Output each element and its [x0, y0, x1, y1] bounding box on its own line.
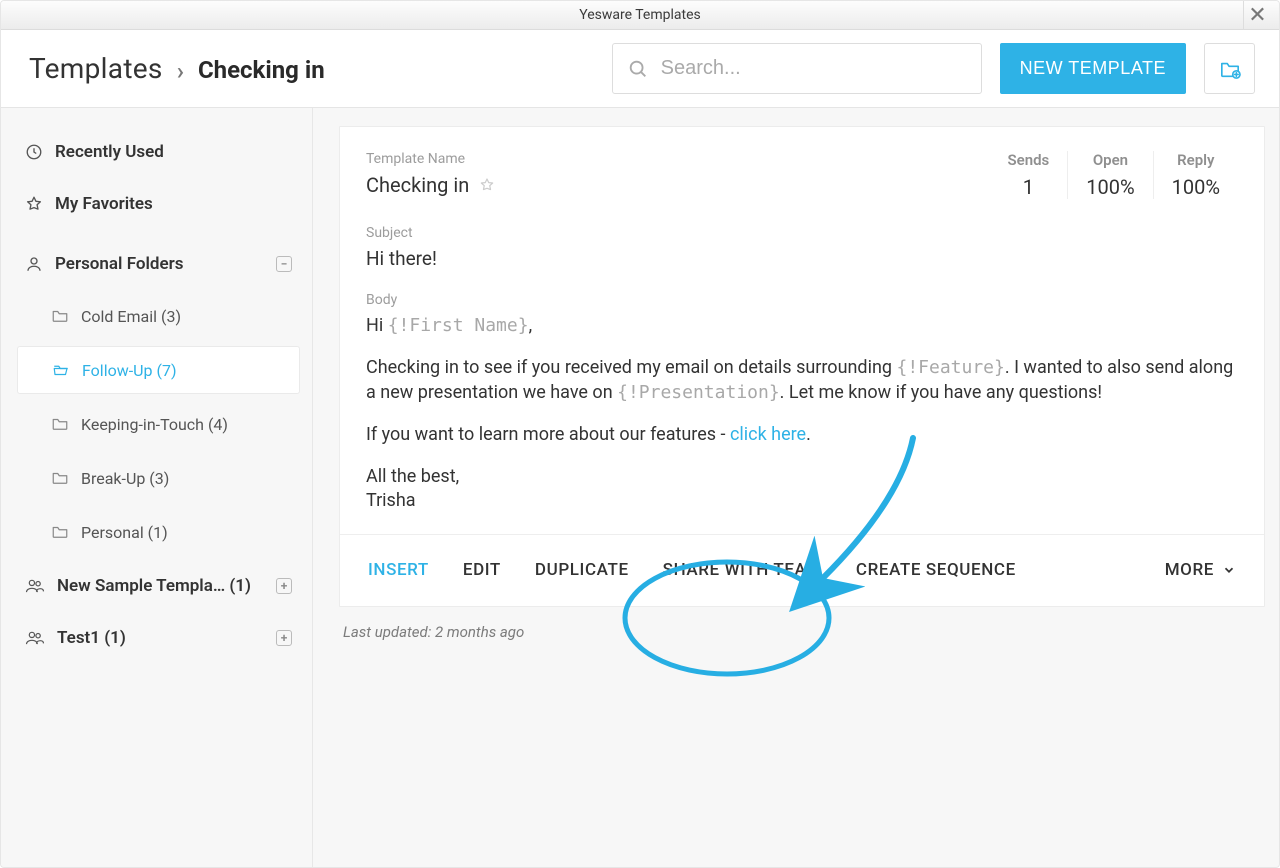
- people-icon: [25, 629, 45, 647]
- sidebar-team-2[interactable]: Test1 (1) +: [17, 616, 300, 660]
- search-input[interactable]: [661, 57, 967, 80]
- chevron-right-icon: ›: [177, 57, 184, 85]
- folder-label: Personal (1): [81, 523, 168, 542]
- sidebar-item-label: My Favorites: [55, 194, 153, 214]
- sidebar-my-favorites[interactable]: My Favorites: [17, 182, 300, 226]
- last-updated: Last updated: 2 months ago: [343, 623, 1265, 641]
- share-with-team-button[interactable]: SHARE WITH TEAM: [663, 560, 822, 580]
- sidebar-item-label: New Sample Templa… (1): [57, 576, 251, 596]
- subject-value: Hi there!: [366, 247, 1238, 270]
- person-icon: [25, 255, 43, 273]
- folder-open-icon: [52, 362, 70, 378]
- sidebar-item-label: Recently Used: [55, 142, 164, 162]
- clock-icon: [25, 143, 43, 161]
- template-name-label: Template Name: [366, 151, 989, 167]
- folder-label: Cold Email (3): [81, 307, 181, 326]
- folder-label: Break-Up (3): [81, 469, 169, 488]
- more-label: MORE: [1165, 560, 1214, 580]
- more-button[interactable]: MORE: [1165, 560, 1236, 580]
- main-panel: Template Name Checking in Sends 1: [313, 108, 1279, 867]
- body-link[interactable]: click here: [730, 424, 806, 445]
- body-text-part: If you want to learn more about our feat…: [366, 424, 730, 445]
- body-text-part: Trisha: [366, 490, 416, 511]
- sidebar-item-label: Test1 (1): [57, 628, 126, 648]
- folder-icon: [51, 416, 69, 432]
- subject-label: Subject: [366, 225, 1238, 241]
- header: Templates › Checking in NEW TEMPLATE: [1, 30, 1279, 108]
- stat-open-value: 100%: [1086, 175, 1134, 199]
- sidebar-item-label: Personal Folders: [55, 254, 183, 274]
- sidebar-team-1[interactable]: New Sample Templa… (1) +: [17, 564, 300, 608]
- template-card: Template Name Checking in Sends 1: [339, 126, 1265, 607]
- folder-break-up[interactable]: Break-Up (3): [17, 454, 300, 502]
- folder-add-icon: [1219, 59, 1241, 79]
- search-field[interactable]: [612, 43, 982, 94]
- breadcrumb-root[interactable]: Templates: [29, 52, 163, 85]
- create-sequence-button[interactable]: CREATE SEQUENCE: [856, 560, 1016, 580]
- folder-cold-email[interactable]: Cold Email (3): [17, 292, 300, 340]
- folder-icon: [51, 308, 69, 324]
- star-icon: [25, 195, 43, 213]
- stat-reply-value: 100%: [1172, 175, 1220, 199]
- duplicate-button[interactable]: DUPLICATE: [535, 560, 629, 580]
- insert-button[interactable]: INSERT: [368, 560, 429, 580]
- new-folder-button[interactable]: [1204, 43, 1255, 94]
- folder-personal[interactable]: Personal (1): [17, 508, 300, 556]
- template-name: Checking in: [366, 173, 469, 197]
- stat-reply-label: Reply: [1172, 151, 1220, 169]
- chevron-down-icon: [1222, 563, 1236, 577]
- close-icon[interactable]: ✕: [1243, 1, 1271, 30]
- merge-token: {!Presentation}: [617, 382, 780, 403]
- sidebar-personal-folders[interactable]: Personal Folders −: [17, 242, 300, 286]
- template-actions: INSERT EDIT DUPLICATE SHARE WITH TEAM CR…: [340, 534, 1264, 606]
- stat-open-label: Open: [1086, 151, 1134, 169]
- body-text-part: All the best,: [366, 466, 459, 487]
- merge-token: {!Feature}: [896, 357, 1004, 378]
- body-content: Hi {!First Name}, Checking in to see if …: [366, 314, 1238, 514]
- body-text-part: ,: [529, 315, 533, 336]
- folder-icon: [51, 524, 69, 540]
- body-text-part: Hi: [366, 315, 388, 336]
- body-text-part: . Let me know if you have any questions!: [780, 382, 1102, 403]
- search-icon: [627, 58, 649, 80]
- people-icon: [25, 577, 45, 595]
- expand-icon[interactable]: +: [276, 578, 292, 594]
- folder-keeping-in-touch[interactable]: Keeping-in-Touch (4): [17, 400, 300, 448]
- sidebar-recently-used[interactable]: Recently Used: [17, 130, 300, 174]
- star-outline-icon[interactable]: [479, 177, 495, 193]
- window-titlebar: Yesware Templates ✕: [1, 1, 1279, 30]
- sidebar: Recently Used My Favorites Personal Fold…: [1, 108, 313, 867]
- template-stats: Sends 1 Open 100% Reply 100%: [989, 151, 1238, 199]
- stat-sends-value: 1: [1007, 175, 1049, 199]
- body-text-part: Checking in to see if you received my em…: [366, 357, 896, 378]
- body-text-part: .: [806, 424, 811, 445]
- breadcrumb-leaf: Checking in: [198, 56, 325, 84]
- body-label: Body: [366, 292, 1238, 308]
- folder-label: Follow-Up (7): [82, 361, 177, 380]
- merge-token: {!First Name}: [388, 315, 529, 336]
- edit-button[interactable]: EDIT: [463, 560, 501, 580]
- folder-icon: [51, 470, 69, 486]
- folder-follow-up[interactable]: Follow-Up (7): [17, 346, 300, 394]
- stat-sends-label: Sends: [1007, 151, 1049, 169]
- expand-icon[interactable]: +: [276, 630, 292, 646]
- collapse-icon[interactable]: −: [276, 256, 292, 272]
- folder-label: Keeping-in-Touch (4): [81, 415, 228, 434]
- new-template-button[interactable]: NEW TEMPLATE: [1000, 43, 1186, 94]
- window-title: Yesware Templates: [579, 7, 700, 23]
- breadcrumb: Templates › Checking in: [29, 52, 325, 85]
